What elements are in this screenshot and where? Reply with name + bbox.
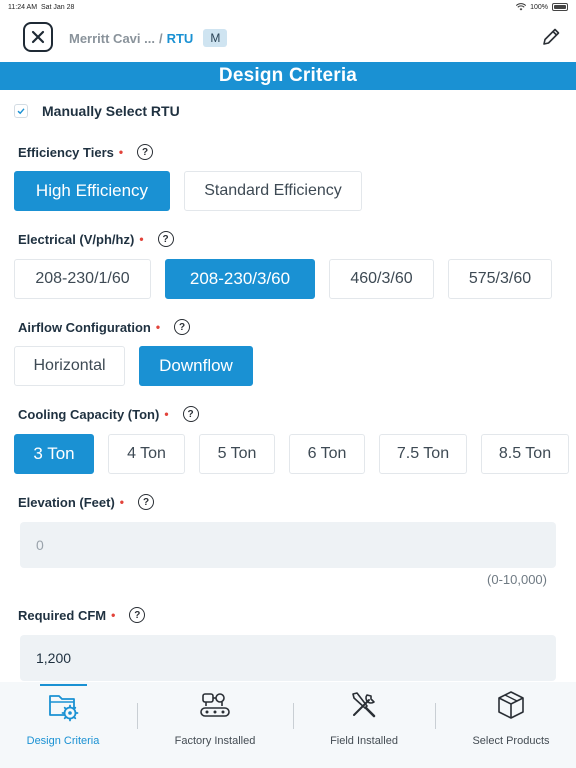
help-icon[interactable]: ? [138, 494, 154, 510]
efficiency-label-text: Efficiency Tiers [18, 144, 114, 160]
status-time: 11:24 AM [8, 3, 38, 11]
option-460-3-60[interactable]: 460/3/60 [329, 259, 434, 299]
breadcrumb-parent[interactable]: Merritt Cavi ... [69, 31, 155, 46]
bottom-tab-bar: Design Criteria Factory Installed Field … [0, 682, 576, 768]
tab-divider [137, 703, 138, 729]
efficiency-options: High Efficiency Standard Efficiency [14, 171, 362, 211]
help-icon[interactable]: ? [157, 231, 174, 247]
airflow-label-text: Airflow Configuration [18, 319, 151, 335]
mode-badge: M [203, 29, 228, 47]
help-icon[interactable]: ? [137, 144, 154, 160]
required-indicator: • [119, 495, 124, 509]
option-horizontal[interactable]: Horizontal [14, 346, 125, 386]
option-208-230-1-60[interactable]: 208-230/1/60 [14, 259, 151, 299]
battery-icon [552, 3, 568, 11]
active-tab-indicator [40, 684, 87, 686]
tab-label: Factory Installed [174, 735, 256, 747]
help-icon[interactable]: ? [182, 406, 199, 422]
tab-divider [435, 703, 436, 729]
tab-design-criteria[interactable]: Design Criteria [13, 682, 113, 768]
option-high-efficiency[interactable]: High Efficiency [14, 171, 170, 211]
folder-gear-icon [49, 695, 79, 722]
tools-icon [352, 692, 376, 718]
option-standard-efficiency[interactable]: Standard Efficiency [184, 171, 362, 211]
pencil-icon [543, 28, 560, 45]
option-8-5-ton[interactable]: 8.5 Ton [481, 434, 569, 474]
elevation-input[interactable]: 0 [20, 522, 556, 568]
tab-factory-installed[interactable]: Factory Installed [160, 682, 270, 768]
option-575-3-60[interactable]: 575/3/60 [448, 259, 552, 299]
cfm-label: Required CFM • ? [18, 605, 146, 625]
electrical-options: 208-230/1/60 208-230/3/60 460/3/60 575/3… [14, 259, 552, 299]
airflow-options: Horizontal Downflow [14, 346, 253, 386]
tab-label: Select Products [472, 735, 550, 747]
breadcrumb-current: RTU [166, 30, 194, 46]
status-indicators: 100% [516, 3, 568, 11]
electrical-label: Electrical (V/ph/hz) • ? [18, 229, 174, 249]
option-downflow[interactable]: Downflow [139, 346, 253, 386]
required-indicator: • [118, 145, 124, 159]
elevation-label-text: Elevation (Feet) [18, 494, 115, 510]
close-button[interactable] [23, 22, 53, 52]
status-date: Sat Jan 28 [40, 3, 75, 11]
help-icon[interactable]: ? [129, 607, 146, 623]
wifi-icon [516, 3, 527, 11]
close-icon [31, 30, 45, 44]
required-indicator: • [164, 407, 169, 421]
manual-select-label: Manually Select RTU [42, 103, 180, 119]
section-title: Design Criteria [0, 62, 576, 90]
breadcrumb: Merritt Cavi ... / RTU M [69, 28, 228, 48]
option-208-230-3-60[interactable]: 208-230/3/60 [165, 259, 315, 299]
required-indicator: • [139, 232, 144, 246]
box-icon [498, 691, 524, 719]
conveyor-icon [200, 693, 230, 717]
tab-field-installed[interactable]: Field Installed [314, 682, 414, 768]
option-4-ton[interactable]: 4 Ton [108, 434, 185, 474]
cooling-options: 3 Ton 4 Ton 5 Ton 6 Ton 7.5 Ton 8.5 Ton [14, 434, 576, 474]
option-6-ton[interactable]: 6 Ton [289, 434, 365, 474]
efficiency-label: Efficiency Tiers • ? [18, 142, 154, 162]
status-bar: 11:24 AM Sat Jan 28 100% [0, 0, 576, 14]
cooling-label-text: Cooling Capacity (Ton) [18, 406, 160, 422]
elevation-label: Elevation (Feet) • ? [18, 492, 154, 512]
cfm-label-text: Required CFM [18, 607, 107, 623]
option-5-ton[interactable]: 5 Ton [199, 434, 275, 474]
option-7-5-ton[interactable]: 7.5 Ton [379, 434, 467, 474]
battery-level: 100% [530, 3, 548, 11]
tab-label: Field Installed [330, 735, 398, 747]
cfm-input[interactable]: 1,200 [20, 635, 556, 681]
elevation-range-hint: (0-10,000) [487, 572, 547, 587]
electrical-label-text: Electrical (V/ph/hz) [18, 231, 135, 247]
edit-button[interactable] [540, 26, 562, 48]
status-time-date: 11:24 AM Sat Jan 28 [8, 4, 74, 11]
tab-label: Design Criteria [26, 735, 100, 747]
option-3-ton[interactable]: 3 Ton [14, 434, 94, 474]
manual-select-checkbox[interactable] [14, 104, 28, 118]
airflow-label: Airflow Configuration • ? [18, 317, 191, 337]
cooling-label: Cooling Capacity (Ton) • ? [18, 404, 199, 424]
manual-select-row[interactable]: Manually Select RTU [14, 103, 180, 119]
tab-divider [293, 703, 294, 729]
help-icon[interactable]: ? [174, 319, 191, 335]
breadcrumb-separator: / [158, 30, 163, 46]
required-indicator: • [111, 608, 116, 622]
tab-select-products[interactable]: Select Products [458, 682, 564, 768]
required-indicator: • [155, 320, 161, 334]
checkmark-icon [17, 108, 25, 115]
